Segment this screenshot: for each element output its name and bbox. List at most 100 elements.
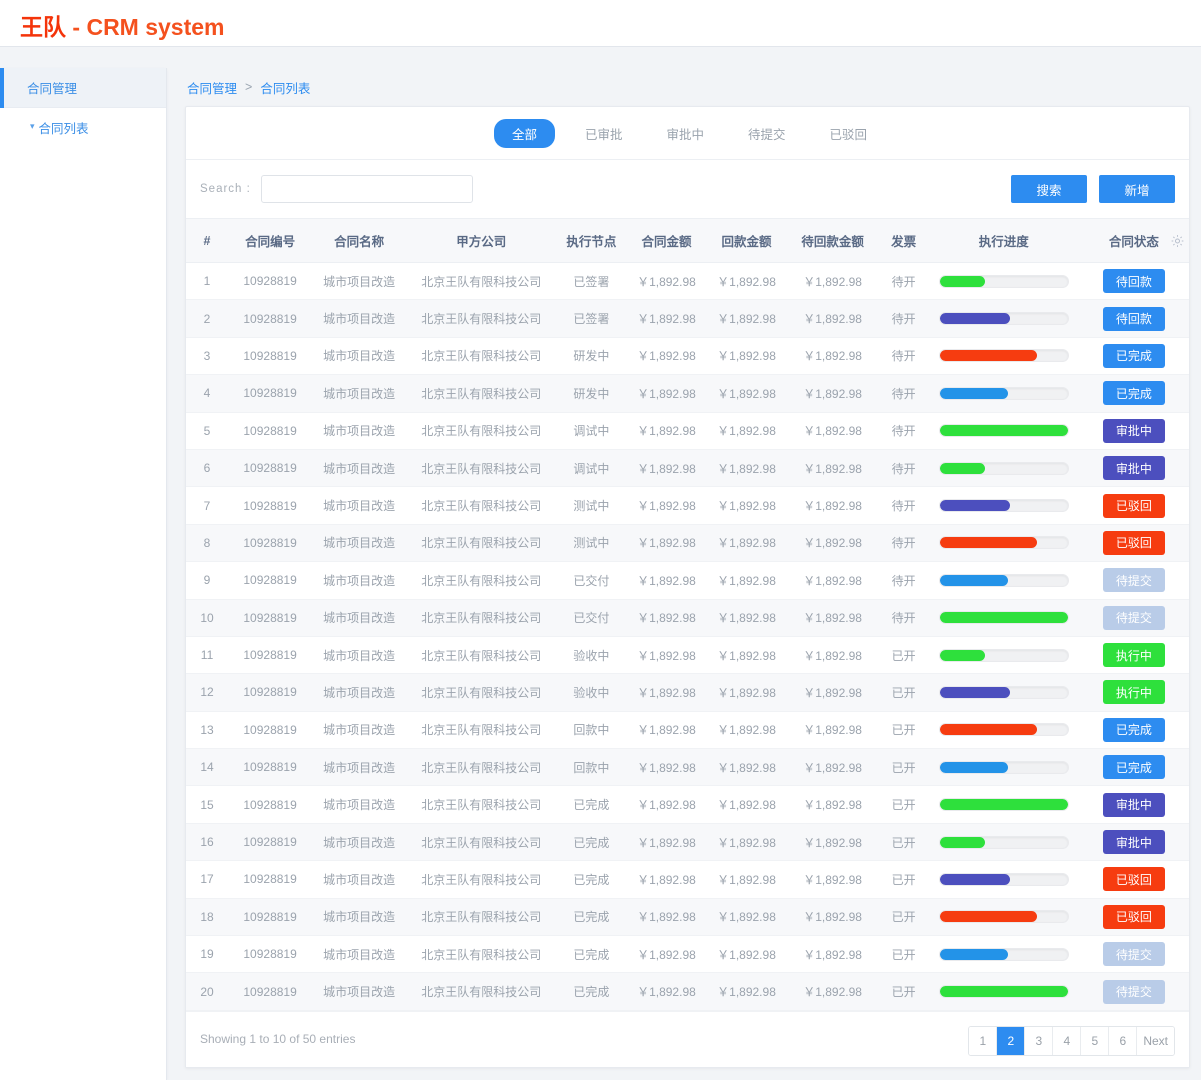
status-badge[interactable]: 已驳回 [1102,904,1165,929]
page-button-4[interactable]: 4 [1053,1026,1082,1055]
table-row[interactable]: 16 10928819 城市项目改造 北京王队有限科技公司 已完成 ￥1,892.98 ￥1… [186,823,1189,862]
cell-progress [928,599,1079,637]
column-header-9: 执行进度 [928,218,1079,263]
status-badge[interactable]: 已完成 [1102,343,1165,368]
page-button-2[interactable]: 2 [997,1026,1026,1055]
gear-icon[interactable] [1170,233,1185,248]
entries-summary: Showing 1 to 10 of 50 entries [200,1032,356,1047]
table-row[interactable]: 18 10928819 城市项目改造 北京王队有限科技公司 已完成 ￥1,892.98 ￥1… [186,898,1189,937]
status-badge[interactable]: 审批中 [1102,456,1165,481]
brand-name-en: CRM system [86,14,225,40]
table-row[interactable]: 5 10928819 城市项目改造 北京王队有限科技公司 调试中 ￥1,892.98 ￥1,… [186,412,1189,450]
table-row[interactable]: 7 10928819 城市项目改造 北京王队有限科技公司 测试中 ￥1,892.98 ￥1,… [186,486,1189,525]
cell-contract-name: 城市项目改造 [312,449,407,488]
cell-contract-name: 城市项目改造 [312,412,407,450]
tab-3[interactable]: 待提交 [734,119,800,148]
main-content: 合同管理 > 合同列表 全部 已审批 审批中 待提交 已驳回 Search : 搜索 新… [185,68,1190,1080]
sidebar-item-contract-list[interactable]: ▾ 合同列表 [0,108,166,146]
cell-invoice: 待开 [878,449,929,488]
status-badge[interactable]: 待提交 [1102,979,1165,1004]
status-badge[interactable]: 已驳回 [1102,867,1165,892]
status-badge[interactable]: 审批中 [1102,792,1165,817]
add-new-button[interactable]: 新增 [1099,175,1175,203]
table-row[interactable]: 10 10928819 城市项目改造 北京王队有限科技公司 已交付 ￥1,892.98 ￥1… [186,599,1189,637]
status-badge[interactable]: 已完成 [1102,755,1165,780]
progress-bar [938,536,1069,550]
table-row[interactable]: 8 10928819 城市项目改造 北京王队有限科技公司 测试中 ￥1,892.98 ￥1,… [186,524,1189,563]
status-badge[interactable]: 已驳回 [1102,493,1165,518]
progress-bar [938,760,1069,774]
cell-exec-node: 研发中 [556,374,627,413]
table-row[interactable]: 6 10928819 城市项目改造 北京王队有限科技公司 调试中 ￥1,892.98 ￥1,… [186,449,1189,488]
tab-1[interactable]: 已审批 [571,119,637,148]
cell-invoice: 待开 [878,524,929,563]
column-header-label: 执行进度 [978,235,1029,249]
sidebar-item-contract-management[interactable]: 合同管理 [0,68,166,108]
table-row[interactable]: 13 10928819 城市项目改造 北京王队有限科技公司 回款中 ￥1,892.98 ￥1… [186,711,1189,750]
status-badge[interactable]: 执行中 [1102,680,1165,705]
progress-bar [938,872,1069,886]
cell-pending-amount: ￥1,892.98 [786,561,879,600]
cell-contract-name: 城市项目改造 [312,561,407,600]
breadcrumb-parent[interactable]: 合同管理 [187,78,237,97]
cell-contract-name: 城市项目改造 [312,748,407,787]
page-button-5[interactable]: 5 [1081,1026,1110,1055]
table-row[interactable]: 3 10928819 城市项目改造 北京王队有限科技公司 研发中 ￥1,892.98 ￥1,… [186,337,1189,376]
table-row[interactable]: 12 10928819 城市项目改造 北京王队有限科技公司 验收中 ￥1,892.98 ￥1… [186,673,1189,712]
progress-fill [939,537,1038,549]
status-badge[interactable]: 已完成 [1102,381,1165,406]
tab-4[interactable]: 已驳回 [816,119,882,148]
table-row[interactable]: 9 10928819 城市项目改造 北京王队有限科技公司 已交付 ￥1,892.98 ￥1,… [186,561,1189,600]
table-row[interactable]: 4 10928819 城市项目改造 北京王队有限科技公司 研发中 ￥1,892.98 ￥1,… [186,374,1189,413]
tab-2[interactable]: 审批中 [652,119,718,148]
cell-status: 执行中 [1078,673,1189,712]
contract-list-card: 全部 已审批 审批中 待提交 已驳回 Search : 搜索 新增 # 合同编号… [185,106,1190,1068]
table-row[interactable]: 2 10928819 城市项目改造 北京王队有限科技公司 已签署 ￥1,892.98 ￥1,… [186,299,1189,338]
cell-contract-code: 10928819 [228,823,313,862]
cell-progress [928,486,1079,525]
cell-invoice: 待开 [878,412,929,450]
progress-bar [938,349,1069,363]
status-badge[interactable]: 待回款 [1102,306,1165,331]
cell-pending-amount: ￥1,892.98 [786,636,879,675]
table-row[interactable]: 1 10928819 城市项目改造 北京王队有限科技公司 已签署 ￥1,892.98 ￥1,… [186,262,1189,301]
page-button-3[interactable]: 3 [1025,1026,1054,1055]
cell-contract-amount: ￥1,892.98 [626,449,707,488]
cell-status: 待回款 [1078,299,1189,338]
status-badge[interactable]: 待回款 [1102,269,1165,294]
cell-invoice: 已开 [878,935,929,974]
status-badge[interactable]: 待提交 [1102,568,1165,593]
search-button[interactable]: 搜索 [1011,175,1087,203]
table-row[interactable]: 20 10928819 城市项目改造 北京王队有限科技公司 已完成 ￥1,892.98 ￥1… [186,972,1189,1011]
page-button-next[interactable]: Next [1137,1026,1174,1055]
cell-exec-node: 已完成 [556,785,627,824]
status-badge[interactable]: 待提交 [1102,942,1165,967]
cell-received-amount: ￥1,892.98 [706,374,787,413]
status-badge[interactable]: 审批中 [1102,830,1165,855]
status-badge[interactable]: 已驳回 [1102,530,1165,555]
progress-fill [939,799,1068,811]
cell-index: 9 [186,561,229,600]
page-button-1[interactable]: 1 [969,1026,998,1055]
table-row[interactable]: 14 10928819 城市项目改造 北京王队有限科技公司 回款中 ￥1,892.98 ￥1… [186,748,1189,787]
column-header-label: 合同编号 [245,235,296,249]
search-input[interactable] [260,175,473,203]
table-row[interactable]: 19 10928819 城市项目改造 北京王队有限科技公司 已完成 ￥1,892.98 ￥1… [186,935,1189,974]
status-badge[interactable]: 执行中 [1102,643,1165,668]
progress-bar [938,985,1069,999]
status-badge[interactable]: 待提交 [1102,605,1165,630]
cell-index: 13 [186,711,229,750]
table-row[interactable]: 11 10928819 城市项目改造 北京王队有限科技公司 验收中 ￥1,892.98 ￥1… [186,636,1189,675]
cell-index: 19 [186,935,229,974]
page-button-6[interactable]: 6 [1109,1026,1138,1055]
cell-contract-code: 10928819 [228,636,313,675]
breadcrumb-current[interactable]: 合同列表 [260,78,310,97]
cell-contract-amount: ￥1,892.98 [626,785,707,824]
status-badge[interactable]: 已完成 [1102,717,1165,742]
tab-0[interactable]: 全部 [493,118,555,148]
cell-pending-amount: ￥1,892.98 [786,337,879,376]
table-row[interactable]: 15 10928819 城市项目改造 北京王队有限科技公司 已完成 ￥1,892.98 ￥1… [186,785,1189,824]
table-row[interactable]: 17 10928819 城市项目改造 北京王队有限科技公司 已完成 ￥1,892.98 ￥1… [186,860,1189,899]
cell-invoice: 已开 [878,748,929,787]
status-badge[interactable]: 审批中 [1102,418,1165,443]
